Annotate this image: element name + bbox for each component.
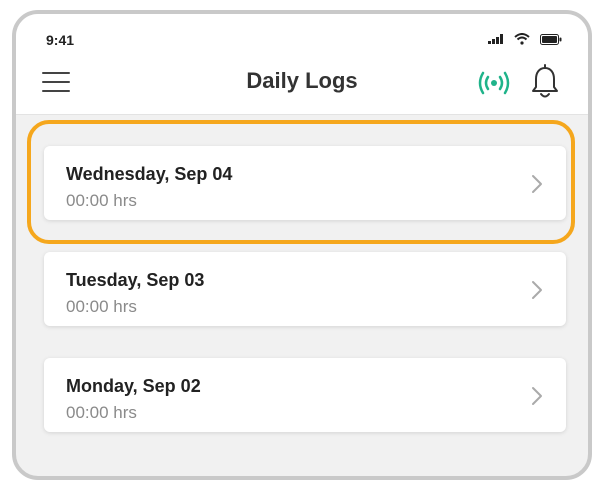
log-date: Wednesday, Sep 04 [66,164,233,184]
log-date: Tuesday, Sep 03 [66,270,205,290]
log-item-tuesday[interactable]: Tuesday, Sep 03 00:00 hrs [44,252,566,326]
cellular-signal-icon [488,34,503,44]
chevron-right-icon [532,175,542,193]
status-bar: 9:41 [16,14,588,64]
app-bar: Daily Logs [16,64,588,115]
log-hours: 00:00 hrs [66,191,137,210]
status-time: 9:41 [46,32,75,48]
log-item-wednesday[interactable]: Wednesday, Sep 04 00:00 hrs [44,146,566,220]
battery-icon [540,33,562,45]
live-signal-icon[interactable] [474,68,514,98]
phone-frame: 9:41 Daily Logs Wednesday, Sep 04 00:00 … [12,10,592,480]
log-date: Monday, Sep 02 [66,376,201,396]
chevron-right-icon [532,387,542,405]
log-hours: 00:00 hrs [66,403,137,422]
bell-icon[interactable] [529,64,561,100]
status-icons [488,33,562,45]
log-hours: 00:00 hrs [66,297,137,316]
wifi-icon [514,33,530,45]
log-item-monday[interactable]: Monday, Sep 02 00:00 hrs [44,358,566,432]
chevron-right-icon [532,281,542,299]
